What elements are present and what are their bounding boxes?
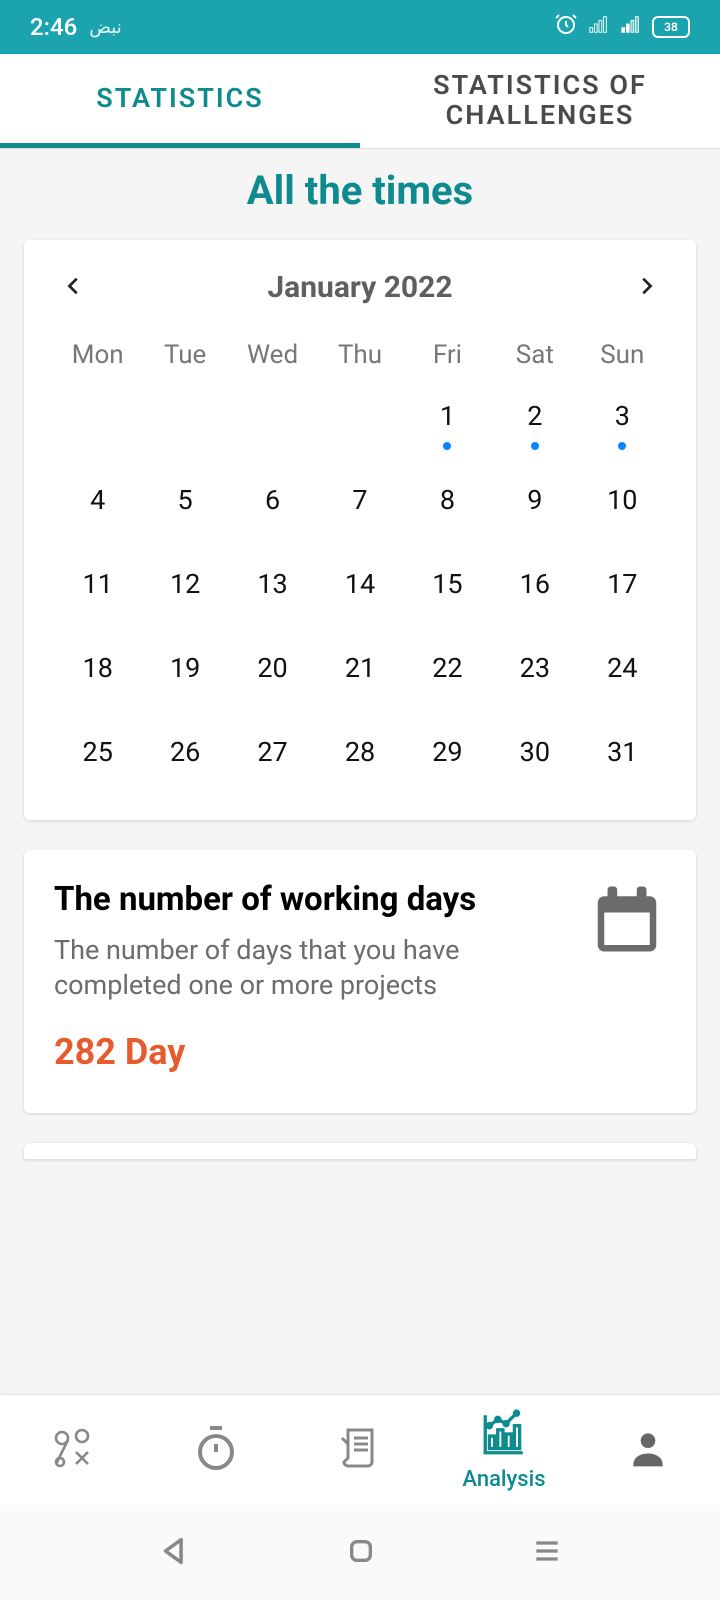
- calendar-day[interactable]: 8: [404, 484, 491, 528]
- tabs: STATISTICS STATISTICS OF CHALLENGES: [0, 54, 720, 149]
- weekday-label: Sun: [579, 340, 666, 370]
- calendar-day[interactable]: 22: [404, 652, 491, 696]
- tab-label: STATISTICS: [96, 84, 263, 114]
- calendar-day[interactable]: 13: [229, 568, 316, 612]
- calendar-day[interactable]: 2: [491, 400, 578, 444]
- calendar-day[interactable]: 29: [404, 736, 491, 780]
- tab-label: STATISTICS OF CHALLENGES: [360, 71, 720, 130]
- weekday-label: Wed: [229, 340, 316, 370]
- battery-icon: 38: [652, 16, 690, 38]
- sys-back-button[interactable]: [157, 1534, 191, 1572]
- calendar-day[interactable]: 28: [316, 736, 403, 780]
- calendar-header: January 2022: [54, 270, 666, 305]
- bottom-nav: Analysis: [0, 1395, 720, 1505]
- page-heading: All the times: [24, 167, 696, 214]
- tab-statistics[interactable]: STATISTICS: [0, 54, 360, 148]
- calendar-month-label: January 2022: [267, 270, 452, 305]
- weekday-label: Mon: [54, 340, 141, 370]
- weekday-label: Thu: [316, 340, 403, 370]
- status-left: 2:46 نبض: [30, 13, 122, 41]
- stat-title: The number of working days: [54, 880, 568, 919]
- nav-label-analysis: Analysis: [462, 1467, 545, 1492]
- tab-statistics-of-challenges[interactable]: STATISTICS OF CHALLENGES: [360, 54, 720, 148]
- calendar-day[interactable]: 20: [229, 652, 316, 696]
- status-right: 38: [554, 12, 690, 42]
- calendar-day[interactable]: 6: [229, 484, 316, 528]
- stat-description: The number of days that you have complet…: [54, 933, 568, 1003]
- calendar-day[interactable]: 23: [491, 652, 578, 696]
- calendar-day[interactable]: 17: [579, 568, 666, 612]
- sys-home-button[interactable]: [345, 1535, 377, 1571]
- calendar-day[interactable]: 15: [404, 568, 491, 612]
- calendar-next-button[interactable]: [626, 275, 666, 301]
- stat-card-working-days: The number of working days The number of…: [24, 850, 696, 1113]
- status-app-label: نبض: [89, 17, 122, 38]
- calendar-day[interactable]: 11: [54, 568, 141, 612]
- calendar-day[interactable]: 3: [579, 400, 666, 444]
- chevron-right-icon: [635, 275, 657, 297]
- nav-item-profile[interactable]: [576, 1395, 720, 1505]
- calendar-day[interactable]: 1: [404, 400, 491, 444]
- nav-item-tools[interactable]: [0, 1395, 144, 1505]
- calendar-day[interactable]: 9: [491, 484, 578, 528]
- status-bar: 2:46 نبض 38: [0, 0, 720, 54]
- stopwatch-icon: [192, 1424, 240, 1476]
- calendar-prev-button[interactable]: [54, 275, 94, 301]
- tools-icon: [48, 1424, 96, 1476]
- next-card-peek: [24, 1143, 696, 1159]
- calendar-days-grid: 1234567891011121314151617181920212223242…: [54, 400, 666, 780]
- stat-value: 282 Day: [54, 1031, 568, 1073]
- calendar-day-dot: [531, 442, 539, 450]
- nav-item-analysis[interactable]: Analysis: [432, 1395, 576, 1505]
- calendar-day[interactable]: 21: [316, 652, 403, 696]
- signal-icon: [588, 13, 610, 41]
- calendar-day[interactable]: 25: [54, 736, 141, 780]
- person-icon: [626, 1426, 670, 1474]
- weekday-label: Sat: [491, 340, 578, 370]
- calendar-day[interactable]: 19: [141, 652, 228, 696]
- system-nav-bar: [0, 1505, 720, 1600]
- notes-icon: [336, 1424, 384, 1476]
- chart-icon: [479, 1409, 529, 1463]
- calendar-day[interactable]: 31: [579, 736, 666, 780]
- calendar-weekdays: MonTueWedThuFriSatSun: [54, 340, 666, 370]
- sys-recent-button[interactable]: [531, 1535, 563, 1571]
- weekday-label: Fri: [404, 340, 491, 370]
- weekday-label: Tue: [141, 340, 228, 370]
- calendar-card: January 2022 MonTueWedThuFriSatSun 12345…: [24, 240, 696, 820]
- calendar-day[interactable]: 4: [54, 484, 141, 528]
- calendar-day[interactable]: 24: [579, 652, 666, 696]
- calendar-day-dot: [618, 442, 626, 450]
- calendar-day[interactable]: 10: [579, 484, 666, 528]
- alarm-icon: [554, 12, 578, 42]
- nav-item-notes[interactable]: [288, 1395, 432, 1505]
- content: All the times January 2022 MonTueWedThuF…: [0, 149, 720, 1395]
- calendar-day[interactable]: 30: [491, 736, 578, 780]
- calendar-day[interactable]: 26: [141, 736, 228, 780]
- signal-icon-2: [620, 13, 642, 41]
- status-clock: 2:46: [30, 13, 77, 41]
- calendar-day[interactable]: 7: [316, 484, 403, 528]
- nav-item-timer[interactable]: [144, 1395, 288, 1505]
- calendar-icon: [588, 880, 666, 958]
- calendar-day[interactable]: 12: [141, 568, 228, 612]
- chevron-left-icon: [63, 275, 85, 297]
- calendar-day[interactable]: 14: [316, 568, 403, 612]
- calendar-day-dot: [443, 442, 451, 450]
- calendar-day[interactable]: 16: [491, 568, 578, 612]
- calendar-day[interactable]: 27: [229, 736, 316, 780]
- calendar-day[interactable]: 18: [54, 652, 141, 696]
- calendar-day[interactable]: 5: [141, 484, 228, 528]
